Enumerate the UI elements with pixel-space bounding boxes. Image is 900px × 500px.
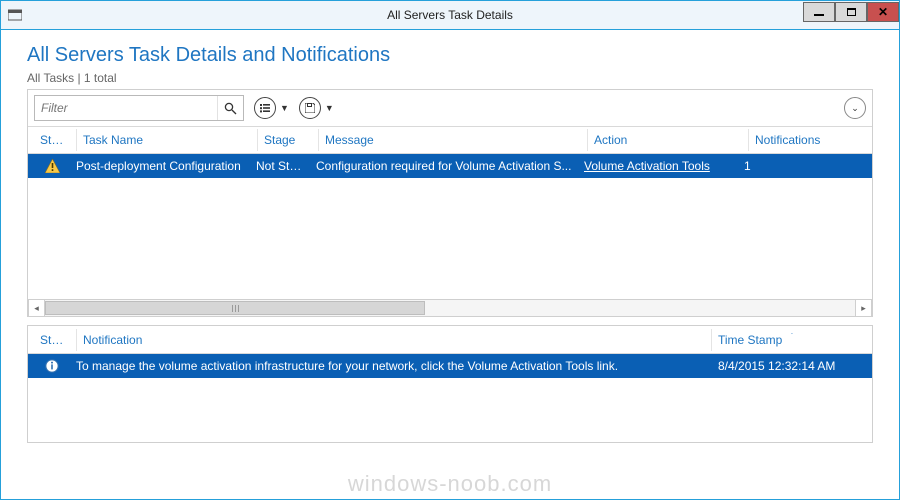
cell-message: Configuration required for Volume Activa…	[310, 159, 578, 173]
page-heading: All Servers Task Details and Notificatio…	[27, 44, 893, 67]
client-area: All Servers Task Details and Notificatio…	[0, 30, 900, 500]
col-task-name[interactable]: Task Name	[77, 133, 257, 147]
cell-stage: Not Sta...	[250, 159, 310, 173]
window-title: All Servers Task Details	[1, 8, 899, 22]
col-stage[interactable]: Stage	[258, 133, 318, 147]
system-menu-icon[interactable]	[1, 1, 29, 29]
filter-input[interactable]	[35, 101, 217, 115]
minimize-button[interactable]	[803, 2, 835, 22]
notification-row[interactable]: To manage the volume activation infrastr…	[28, 354, 872, 378]
cell-time-stamp: 8/4/2015 12:32:14 AM	[712, 359, 872, 373]
cell-action-link[interactable]: Volume Activation Tools	[578, 159, 738, 173]
filter-box	[34, 95, 244, 121]
notifications-grid-body: To manage the volume activation infrastr…	[28, 354, 872, 442]
scroll-thumb[interactable]	[45, 301, 425, 315]
scroll-right-icon[interactable]: ▸	[855, 300, 872, 316]
cell-task-name: Post-deployment Configuration	[70, 159, 250, 173]
search-icon[interactable]	[217, 96, 243, 120]
horizontal-scrollbar[interactable]: ◂ ▸	[28, 299, 872, 316]
tasks-panel: ▼ ▼ ⌄ Status Task Name Stage Message Act…	[27, 89, 873, 317]
page-subheading: All Tasks | 1 total	[27, 71, 893, 85]
task-row[interactable]: Post-deployment Configuration Not Sta...…	[28, 154, 872, 178]
cell-notification: To manage the volume activation infrastr…	[70, 359, 712, 373]
save-button[interactable]: ▼	[299, 97, 334, 119]
scroll-left-icon[interactable]: ◂	[28, 300, 45, 316]
notifications-panel: Status Notification ▼ Time Stamp To mana…	[27, 325, 873, 443]
warning-icon	[34, 159, 70, 173]
close-button[interactable]: ✕	[867, 2, 899, 22]
expand-button[interactable]: ⌄	[844, 97, 866, 119]
cell-notifications: 1	[738, 159, 828, 173]
col-message[interactable]: Message	[319, 133, 587, 147]
window-controls: ✕	[803, 1, 899, 29]
tasks-toolbar: ▼ ▼ ⌄	[28, 90, 872, 126]
title-bar: All Servers Task Details ✕	[0, 0, 900, 30]
col-notification[interactable]: Notification	[77, 333, 711, 347]
maximize-button[interactable]	[835, 2, 867, 22]
views-button[interactable]: ▼	[254, 97, 289, 119]
tasks-grid-body: Post-deployment Configuration Not Sta...…	[28, 154, 872, 316]
col-status[interactable]: Status	[34, 133, 76, 147]
scroll-track[interactable]	[45, 300, 855, 316]
col-status[interactable]: Status	[34, 333, 76, 347]
notifications-columns: Status Notification ▼ Time Stamp	[28, 326, 872, 354]
col-time-stamp[interactable]: ▼ Time Stamp	[712, 333, 872, 347]
info-icon	[34, 359, 70, 373]
tasks-columns: Status Task Name Stage Message Action No…	[28, 126, 872, 154]
col-notifications[interactable]: Notifications	[749, 133, 839, 147]
chevron-down-icon: ▼	[280, 103, 289, 113]
col-action[interactable]: Action	[588, 133, 748, 147]
sort-indicator-icon: ▼	[788, 333, 796, 336]
watermark: windows-noob.com	[1, 471, 899, 497]
chevron-down-icon: ▼	[325, 103, 334, 113]
